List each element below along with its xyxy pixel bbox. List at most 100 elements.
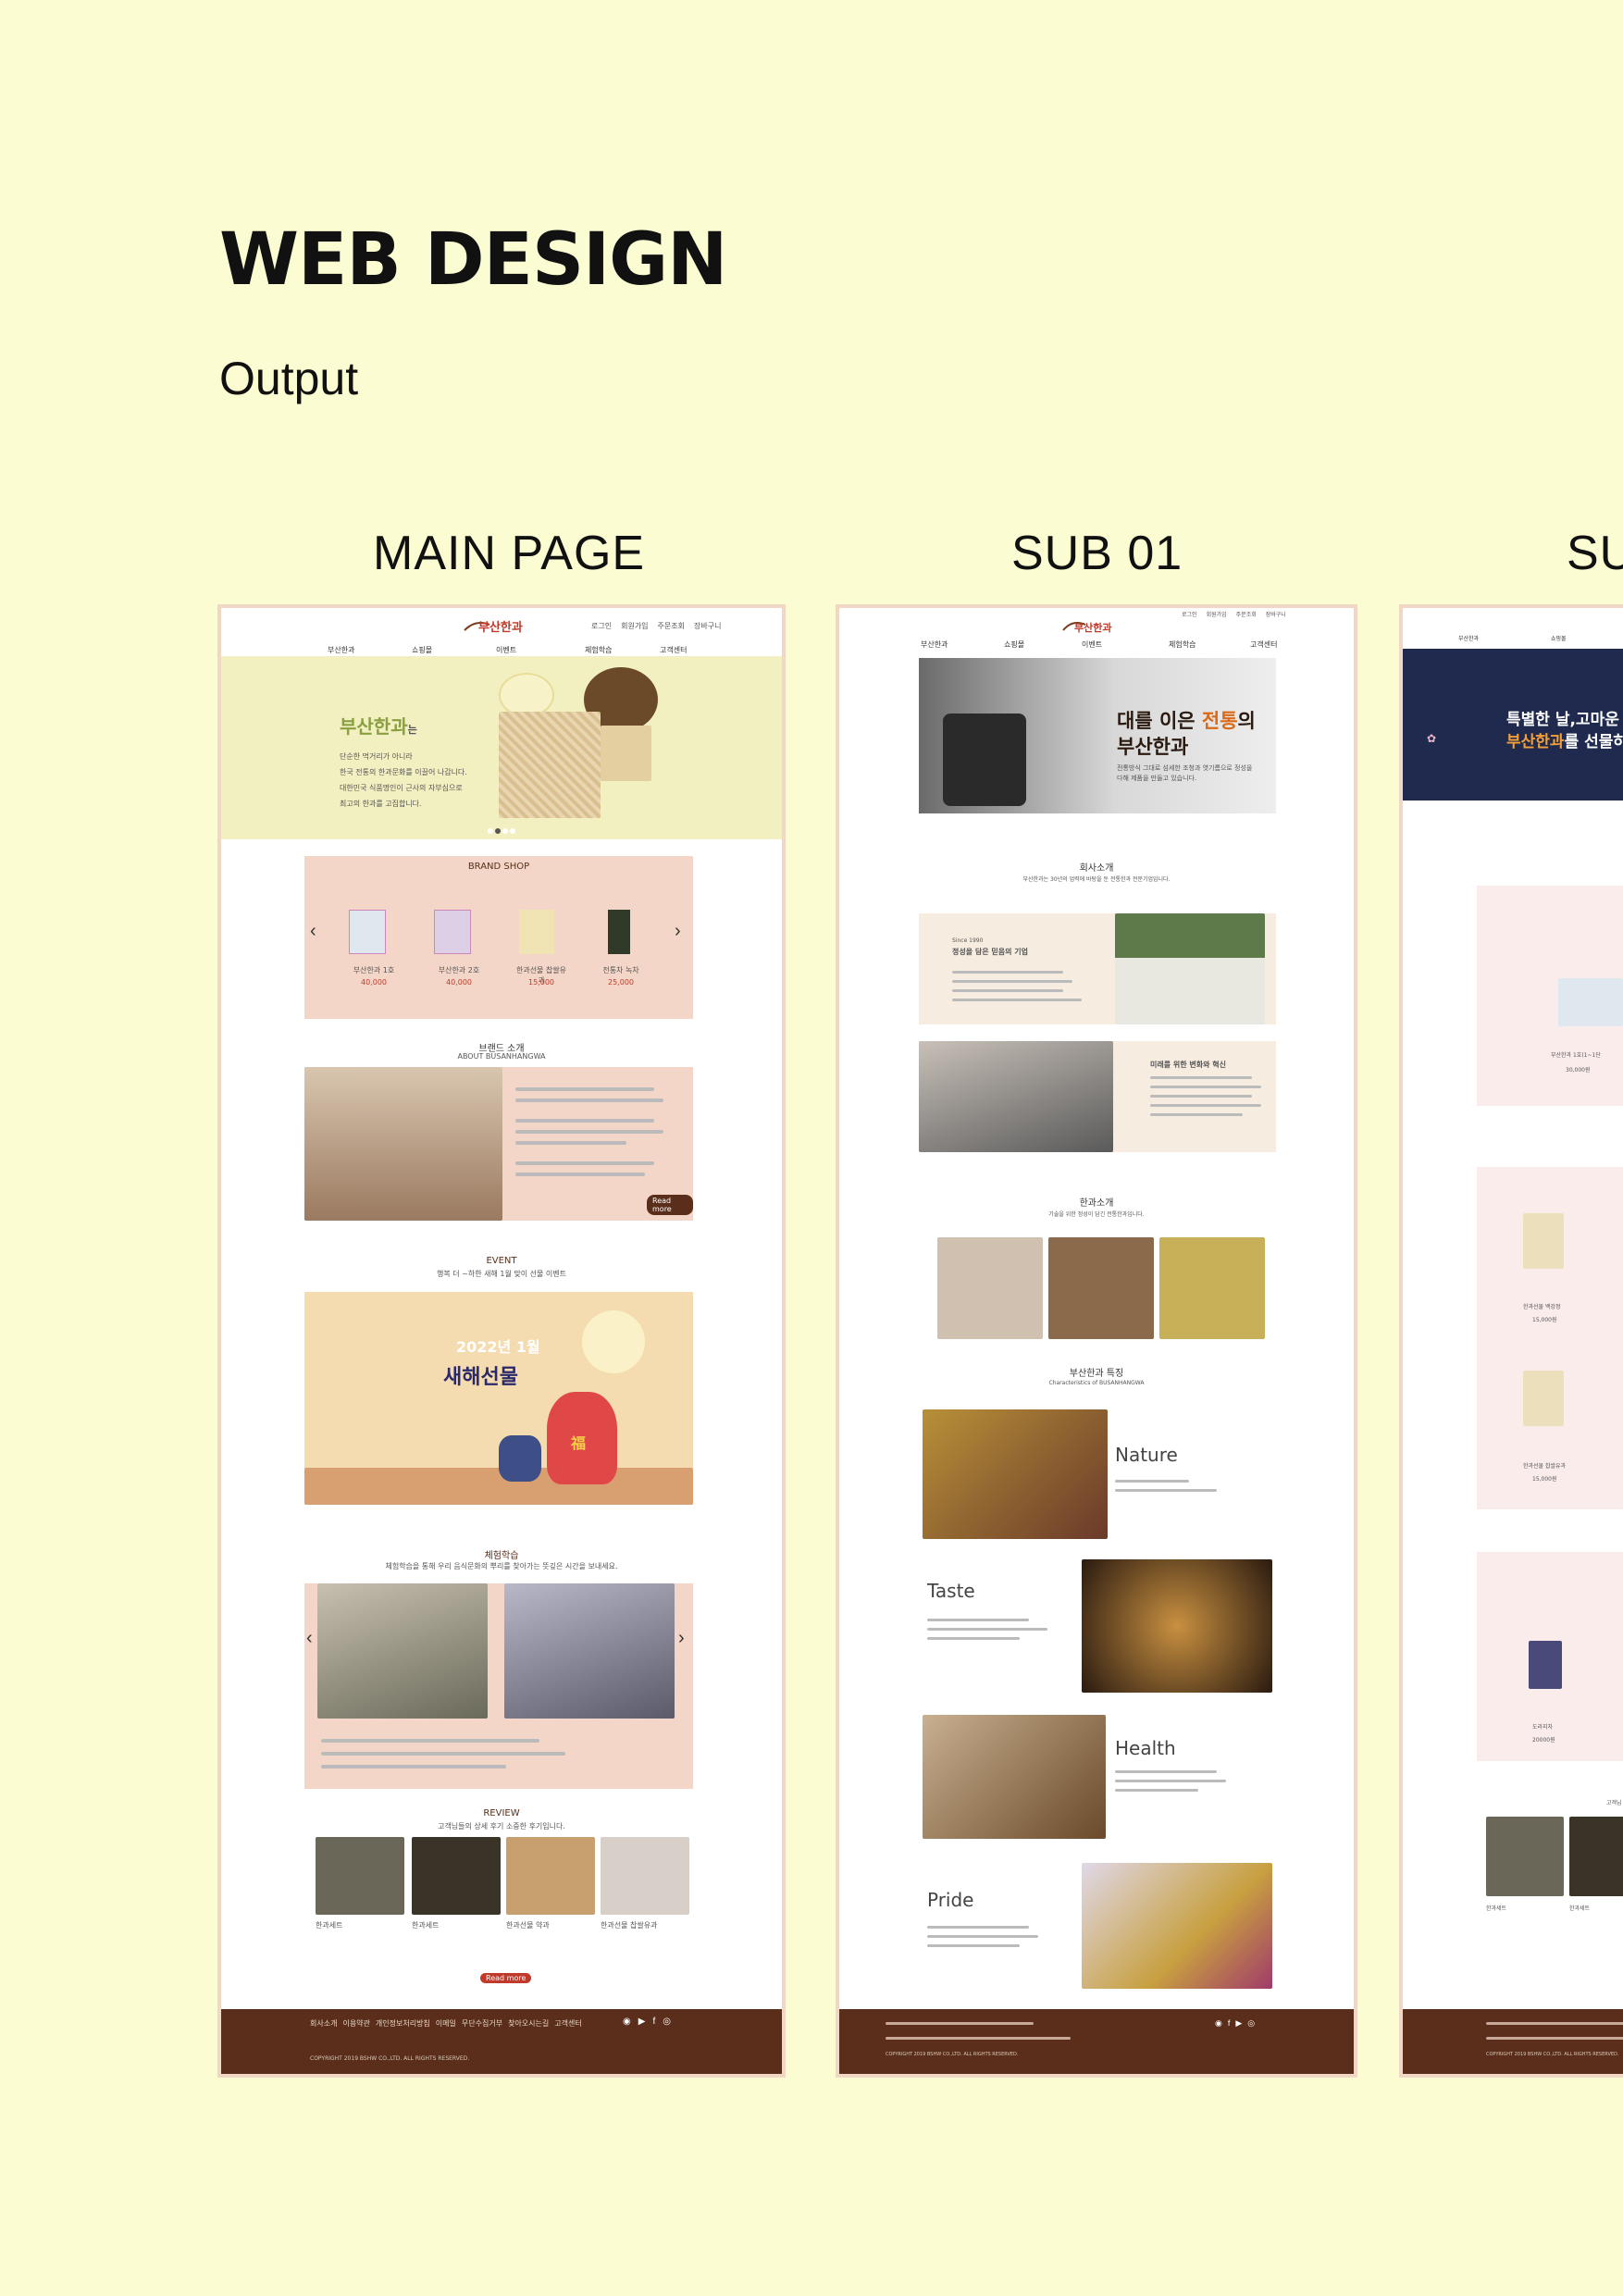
review-photo[interactable] [316,1837,404,1915]
instagram-icon[interactable]: ◎ [1247,2018,1255,2029]
product-image [1523,1213,1564,1269]
page-subtitle: Output [219,353,359,404]
nav-item-event[interactable]: 이벤트 [1082,639,1102,650]
hangwa-subtitle: 기술을 위한 정성이 담긴 전통한과입니다. [1048,1211,1145,1218]
review-photo[interactable] [506,1837,595,1915]
product-price: 40,000 [446,978,472,987]
nav-top-login[interactable]: 로그인 [591,621,612,631]
next-arrow-icon[interactable]: › [675,921,681,942]
review-heading: 고객님 [1606,1800,1622,1806]
product-name: 부산한과 2호 [438,966,480,974]
facebook-icon[interactable]: f [1228,2018,1231,2029]
footer-link[interactable]: 고객센터 [554,2018,581,2029]
facebook-icon[interactable]: f [652,2017,655,2027]
product-image[interactable] [519,910,554,954]
hero-title: 부산한과는 [340,715,417,738]
review-photo[interactable] [412,1837,501,1915]
hero-description: 전통방식 그대로 섬세한 조청과 엿기름으로 정성을 다해 제품을 만들고 있습… [1117,764,1253,782]
next-arrow-icon[interactable]: › [678,1628,685,1649]
blog-icon[interactable]: ◉ [623,2017,631,2027]
review-photo[interactable] [1569,1817,1623,1896]
hangwa-photo[interactable] [1159,1237,1265,1339]
product-price: 15,000원 [1532,1476,1557,1483]
review-photo[interactable] [601,1837,689,1915]
prev-arrow-icon[interactable]: ‹ [306,1628,313,1649]
footer-link[interactable]: 개인정보처리방침 [376,2018,430,2029]
nav-top-join[interactable]: 회원가입 [621,621,648,631]
nav-top-join[interactable]: 회원가입 [1207,610,1227,618]
hero-text: 단순한 먹거리가 아니라 한국 전통의 한과문화를 이끌어 나갑니다. 대한민국… [340,752,467,808]
review-name: 한과선물 찹쌀유과 [601,1921,658,1930]
review-more-button[interactable]: Read more [480,1973,532,1983]
lucky-bag-label: 福 [571,1434,587,1452]
brand-intro-section: Read more [304,1067,693,1221]
product-price: 15,000원 [1532,1317,1557,1323]
product-image[interactable] [349,910,386,954]
youtube-icon[interactable]: ▶ [638,2017,646,2027]
product-image[interactable] [608,910,630,954]
tea-cup-image [499,673,554,717]
nav-item-shop[interactable]: 쇼핑몰 [412,645,432,655]
nav-item-busanhangwa[interactable]: 부산한과 [921,639,948,650]
nav-top-order[interactable]: 주문조회 [1236,610,1257,618]
feature-health: Health [1115,1737,1176,1759]
nav-item-shop[interactable]: 쇼핑몰 [1551,634,1567,642]
nav-item-busanhangwa[interactable]: 부산한과 [1458,634,1479,642]
slider-dot[interactable] [510,828,515,834]
hero-banner: 대를 이은 전통의 부산한과 전통방식 그대로 섬세한 조청과 엿기름으로 정성… [919,658,1276,813]
footer-copyright: COPYRIGHT 2019 BSHW CO.,LTD. ALL RIGHTS … [886,2052,1019,2057]
health-photo [923,1715,1106,1839]
experience-photo[interactable] [504,1583,675,1719]
nav-item-experience[interactable]: 체험학습 [585,645,612,655]
footer-link[interactable]: 찾아오시는길 [508,2018,549,2029]
sub01-mockup: 로그인 회원가입 주문조회 장바구니 부산한과 부산한과 쇼핑몰 이벤트 체험학… [836,604,1357,2078]
product-price: 25,000 [608,978,634,987]
product-card[interactable]: 부산한과 1호(1~1단 30,000원 [1477,886,1623,1106]
product-price: 30,000원 [1566,1067,1591,1074]
nav-item-support[interactable]: 고객센터 [1250,639,1277,650]
footer-link[interactable]: 회사소개 [310,2018,337,2029]
label-sub02: SU [1567,527,1623,580]
event-title: EVENT [486,1256,517,1266]
company-title: 회사소개 [1079,863,1114,874]
nav-top-cart[interactable]: 장바구니 [1266,610,1286,618]
product-card[interactable]: 한과선물 백강정 15,000원 한과선물 찹쌀유과 15,000원 [1477,1167,1623,1509]
nav-item-shop[interactable]: 쇼핑몰 [1004,639,1024,650]
product-card[interactable]: 도라지차 20000원 [1477,1552,1623,1761]
experience-photo[interactable] [317,1583,488,1719]
social-icons: ◉ ▶ f ◎ [623,2017,671,2027]
hero-title: 대를 이은 전통의 [1117,710,1256,732]
slider-dot[interactable] [502,828,508,834]
event-banner[interactable]: 2022년 1월 새해선물 福 [304,1292,693,1505]
nav-item-experience[interactable]: 체험학습 [1169,639,1196,650]
svg-text:부산한과: 부산한과 [478,620,523,635]
product-price: 40,000 [361,978,387,987]
slider-dot[interactable] [495,828,501,834]
nav-item-support[interactable]: 고객센터 [660,645,687,655]
nav-item-busanhangwa[interactable]: 부산한과 [328,645,354,655]
blog-icon[interactable]: ◉ [1215,2018,1222,2029]
since-label: Since 1990 [952,937,984,944]
hangwa-photo[interactable] [1048,1237,1154,1339]
nav-top-cart[interactable]: 장바구니 [694,621,721,631]
slider-dot[interactable] [488,828,493,834]
hero-line-1: 특별한 날,고마운 [1506,711,1619,729]
review-subtitle: 고객님들의 상세 후기 소중한 후기입니다. [438,1822,565,1831]
nav-top-order[interactable]: 주문조회 [658,621,685,631]
instagram-icon[interactable]: ◎ [663,2017,671,2027]
youtube-icon[interactable]: ▶ [1235,2018,1242,2029]
hangwa-photo[interactable] [937,1237,1043,1339]
moon-image [582,1310,645,1373]
hangwa-title: 한과소개 [1079,1198,1114,1209]
footer-link[interactable]: 무단수집거부 [462,2018,502,2029]
nav-top-login[interactable]: 로그인 [1182,610,1197,618]
footer-link[interactable]: 이용약관 [342,2018,369,2029]
product-image[interactable] [434,910,471,954]
review-photo[interactable] [1486,1817,1564,1896]
read-more-button[interactable]: Read more [647,1195,693,1215]
prev-arrow-icon[interactable]: ‹ [310,921,316,942]
footer-link[interactable]: 이메일 [436,2018,456,2029]
taste-photo [1082,1559,1272,1693]
nav-item-event[interactable]: 이벤트 [496,645,516,655]
label-sub01: SUB 01 [1011,527,1183,580]
